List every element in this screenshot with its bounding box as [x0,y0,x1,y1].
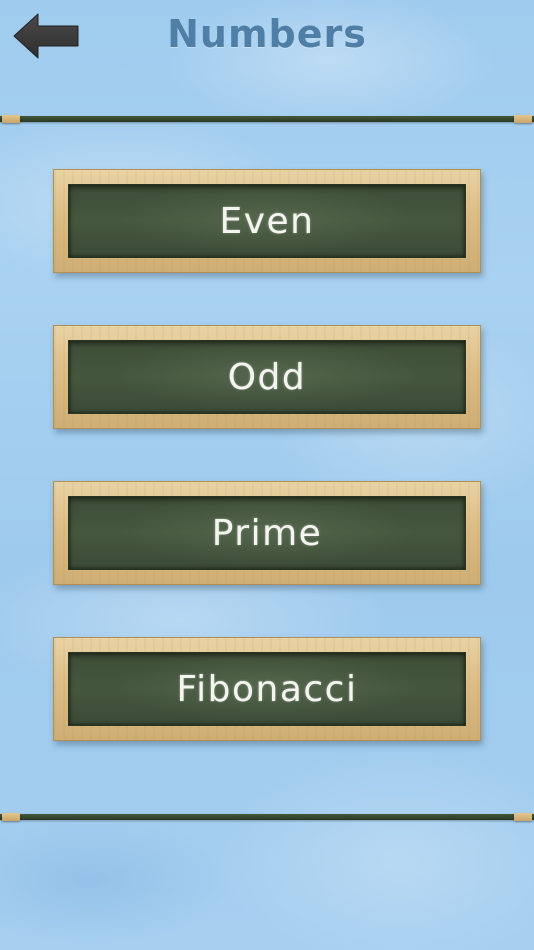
even-label: Even [219,200,315,242]
fibonacci-label: Fibonacci [176,668,358,710]
chalkboard: Prime [68,496,466,570]
bottom-divider [0,812,534,822]
even-button[interactable]: Even [53,169,481,273]
fibonacci-button[interactable]: Fibonacci [53,637,481,741]
top-divider [0,114,534,124]
odd-button[interactable]: Odd [53,325,481,429]
prime-label: Prime [211,512,323,554]
odd-label: Odd [227,356,307,398]
prime-button[interactable]: Prime [53,481,481,585]
page-title: Numbers [167,12,367,56]
chalkboard: Even [68,184,466,258]
chalkboard: Odd [68,340,466,414]
chalkboard: Fibonacci [68,652,466,726]
category-list: Even Odd Prime Fibonacci [53,169,481,793]
